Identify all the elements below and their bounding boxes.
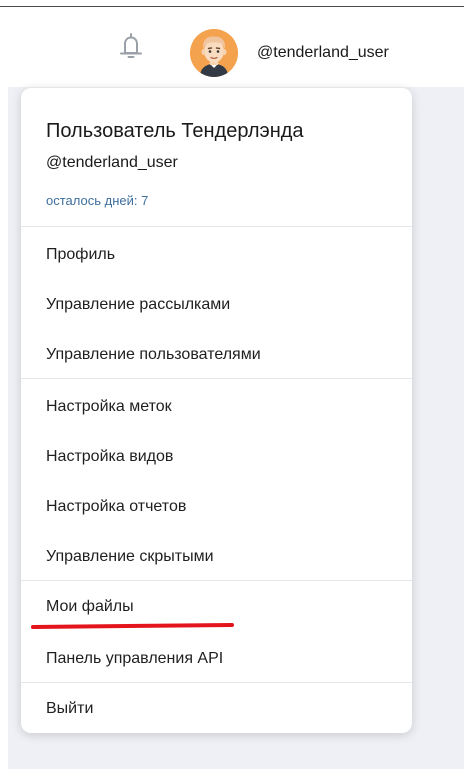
menu-item-report-settings[interactable]: Настройка отчетов — [21, 482, 412, 532]
avatar[interactable] — [190, 29, 238, 77]
menu-divider — [21, 580, 412, 581]
menu-item-api-panel[interactable]: Панель управления API — [21, 634, 412, 684]
menu-divider — [21, 226, 412, 227]
menu-item-view-settings[interactable]: Настройка видов — [21, 432, 412, 482]
menu-item-profile[interactable]: Профиль — [21, 230, 412, 280]
header-username[interactable]: @tenderland_user — [257, 44, 389, 62]
user-handle: @tenderland_user — [46, 154, 178, 171]
menu-item-mailing-management[interactable]: Управление рассылками — [21, 280, 412, 330]
menu-item-hidden-management[interactable]: Управление скрытыми — [21, 532, 412, 582]
user-dropdown-menu: Пользователь Тендерлэнда @tenderland_use… — [21, 88, 412, 733]
top-header: @tenderland_user — [0, 7, 464, 87]
menu-divider — [21, 682, 412, 683]
menu-item-user-management[interactable]: Управление пользователями — [21, 330, 412, 380]
menu-divider — [21, 378, 412, 379]
menu-item-logout[interactable]: Выйти — [21, 684, 412, 734]
user-info: Пользователь Тендерлэнда @tenderland_use… — [21, 88, 412, 226]
user-full-name: Пользователь Тендерлэнда — [46, 120, 304, 142]
menu-item-tag-settings[interactable]: Настройка меток — [21, 382, 412, 432]
bell-icon[interactable] — [118, 31, 144, 63]
subscription-days-left: осталось дней: 7 — [46, 193, 149, 208]
